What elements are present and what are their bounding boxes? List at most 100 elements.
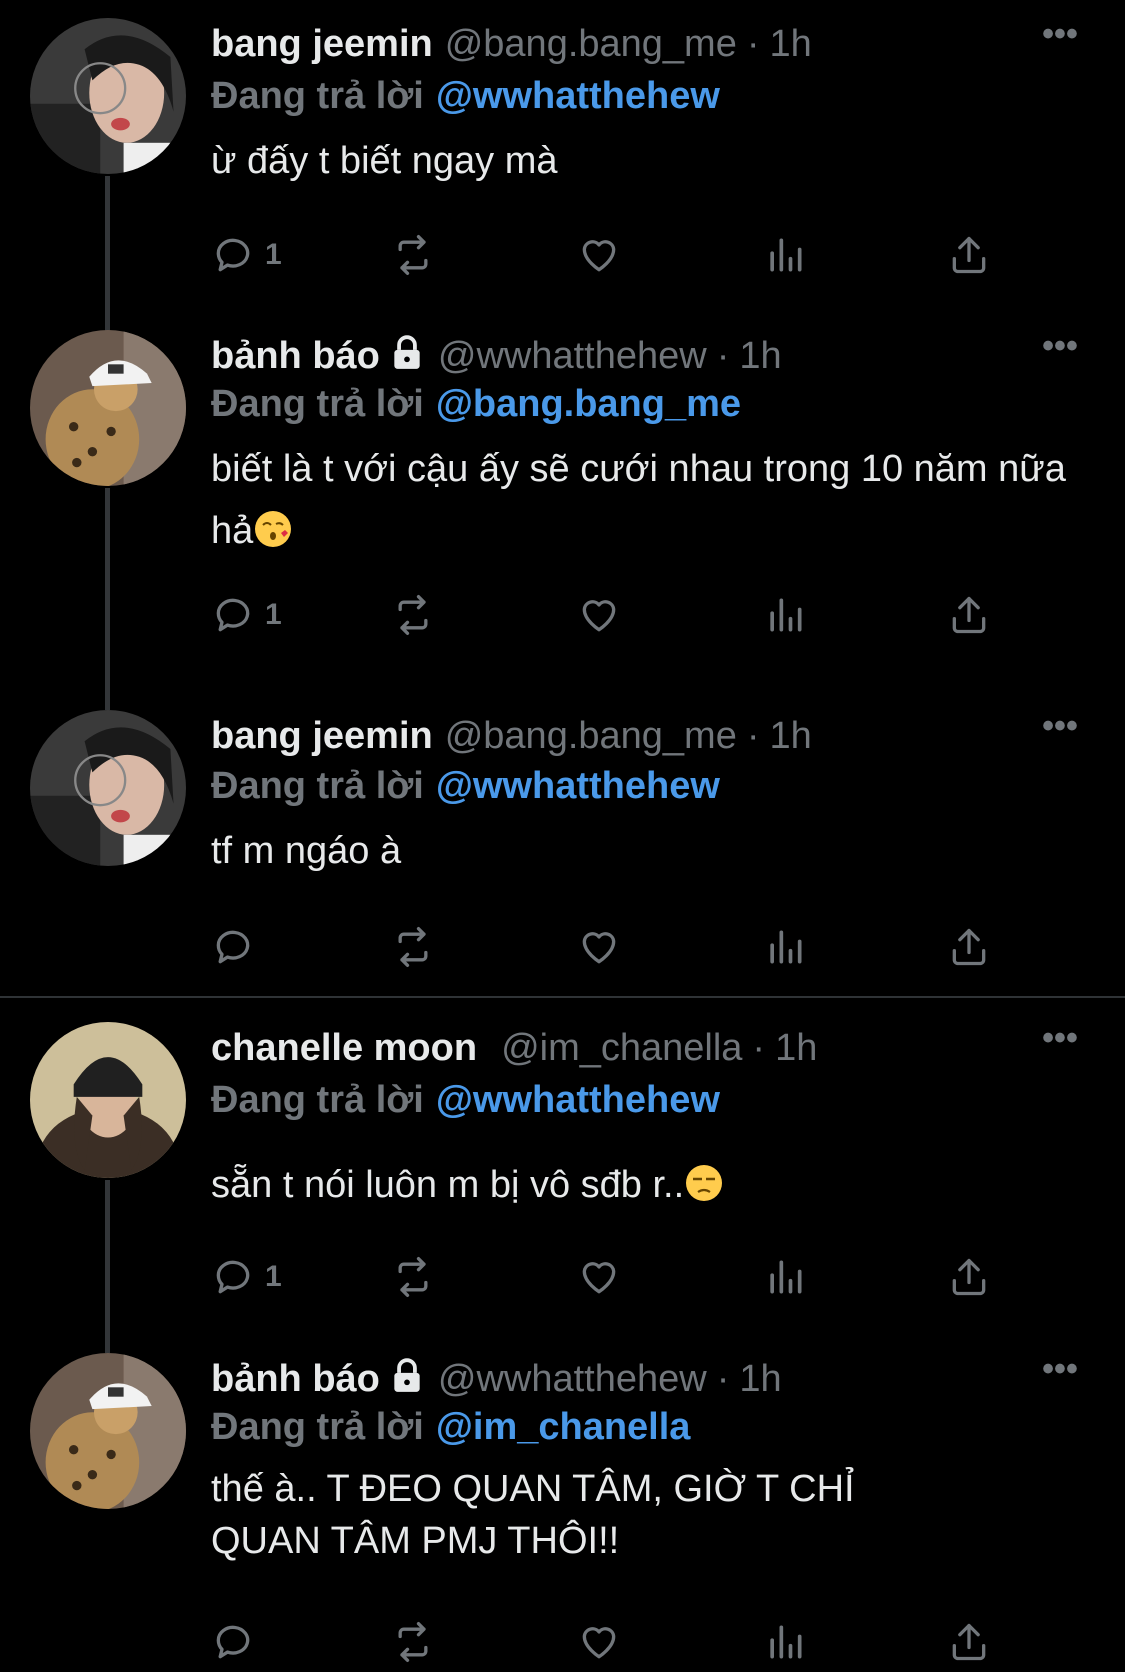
reply-bubble-icon	[216, 1260, 250, 1294]
timestamp[interactable]: 1h	[770, 715, 812, 757]
replying-to-user-link[interactable]: @wwhatthehew	[436, 75, 720, 117]
share-upload-icon	[952, 1258, 986, 1296]
views-bars-icon	[770, 930, 802, 964]
retweet-button[interactable]	[391, 1247, 435, 1307]
timestamp[interactable]: 1h	[739, 1358, 781, 1400]
separator-dot: ·	[752, 1027, 766, 1069]
separator-dot: ·	[746, 715, 760, 757]
user-handle[interactable]: @wwhatthehew	[438, 1358, 707, 1400]
display-name[interactable]: bảnh báo	[211, 1358, 380, 1400]
kissing-face-emoji-icon	[253, 506, 293, 547]
display-name[interactable]: bang jeemin	[211, 23, 433, 65]
heart-icon	[582, 1627, 616, 1659]
reply-count: 1	[265, 598, 282, 631]
replying-to-user-link[interactable]: @im_chanella	[436, 1406, 691, 1448]
more-dots-icon[interactable]: •••	[1035, 17, 1085, 60]
views-button[interactable]	[763, 1247, 807, 1307]
avatar[interactable]	[30, 1353, 186, 1509]
tweet-header: bảnh báo @wwhatthehew · 1h	[211, 332, 1005, 380]
display-name[interactable]: bang jeemin	[211, 715, 433, 757]
avatar[interactable]	[30, 1022, 186, 1178]
views-button[interactable]	[763, 1612, 807, 1672]
more-dots-icon[interactable]: •••	[1035, 1352, 1085, 1395]
replying-to: Đang trả lời @bang.bang_me	[211, 380, 741, 428]
avatar[interactable]	[30, 18, 186, 174]
tweet-text: tf m ngáo à	[211, 830, 402, 872]
tweet[interactable]: bảnh báo @wwhatthehew · 1h ••• Đang trả lời…	[0, 1335, 1125, 1662]
display-name[interactable]: chanelle moon	[211, 1027, 477, 1069]
avatar[interactable]	[30, 710, 186, 866]
action-bar	[211, 917, 1011, 977]
tweet-text: ừ đấy t biết ngay mà	[211, 140, 558, 182]
girl-glasses-avatar-icon	[30, 18, 186, 174]
share-button[interactable]	[947, 1612, 991, 1672]
more-dots-icon[interactable]: •••	[1035, 709, 1085, 752]
user-handle[interactable]: @bang.bang_me	[445, 715, 737, 757]
tweet-text: biết là t với cậu ấy sẽ cưới nhau trong …	[211, 438, 1071, 562]
lock-icon	[388, 334, 426, 384]
reply-bubble-icon	[216, 930, 250, 964]
replying-to-label: Đang trả lời	[211, 383, 424, 425]
replying-to-user-link[interactable]: @wwhatthehew	[436, 1079, 720, 1121]
tweet-text-content: sẵn t nói luôn m bị vô sđb r..	[211, 1164, 685, 1206]
like-button[interactable]	[577, 585, 621, 645]
reply-bubble-icon	[216, 1625, 250, 1659]
action-bar	[211, 1612, 1011, 1672]
share-button[interactable]	[947, 1247, 991, 1307]
retweet-button[interactable]	[391, 225, 435, 285]
replying-to: Đang trả lời @wwhatthehew	[211, 72, 720, 120]
reply-button[interactable]: 1	[211, 225, 282, 285]
reply-button[interactable]: 1	[211, 585, 282, 645]
reply-bubble-icon	[216, 598, 250, 632]
reply-count: 1	[265, 238, 282, 271]
tweet-header: bang jeemin @bang.bang_me · 1h	[211, 712, 1005, 760]
timestamp[interactable]: 1h	[739, 335, 781, 377]
replying-to-label: Đang trả lời	[211, 1406, 424, 1448]
share-button[interactable]	[947, 917, 991, 977]
like-button[interactable]	[577, 1247, 621, 1307]
views-button[interactable]	[763, 917, 807, 977]
user-handle[interactable]: @im_chanella	[501, 1027, 742, 1069]
like-button[interactable]	[577, 1612, 621, 1672]
lock-icon	[388, 1357, 426, 1407]
retweet-button[interactable]	[391, 917, 435, 977]
reply-button[interactable]	[211, 1612, 265, 1672]
reply-bubble-icon	[216, 238, 250, 272]
retweet-button[interactable]	[391, 585, 435, 645]
tweet[interactable]: bang jeemin @bang.bang_me · 1h ••• Đang trả…	[0, 0, 1125, 340]
heart-icon	[582, 1262, 616, 1294]
retweet-icon	[398, 1257, 428, 1297]
reply-button[interactable]	[211, 917, 265, 977]
views-button[interactable]	[763, 225, 807, 285]
heart-icon	[582, 932, 616, 964]
avatar[interactable]	[30, 330, 186, 486]
tweet-text-content: biết là t với cậu ấy sẽ cưới nhau trong …	[211, 448, 1066, 552]
timestamp[interactable]: 1h	[770, 23, 812, 65]
retweet-button[interactable]	[391, 1612, 435, 1672]
share-button[interactable]	[947, 225, 991, 285]
like-button[interactable]	[577, 225, 621, 285]
share-upload-icon	[952, 236, 986, 274]
tweet[interactable]: bảnh báo @wwhatthehew · 1h ••• Đang trả lời…	[0, 312, 1125, 697]
more-dots-icon[interactable]: •••	[1035, 1021, 1085, 1064]
more-dots-icon[interactable]: •••	[1035, 329, 1085, 372]
reply-button[interactable]: 1	[211, 1247, 282, 1307]
retweet-icon	[398, 235, 428, 275]
thread-line	[105, 312, 110, 330]
views-bars-icon	[770, 1625, 802, 1659]
tweet[interactable]: bang jeemin @bang.bang_me · 1h ••• Đang trả…	[0, 692, 1125, 997]
leopard-cap-avatar-icon	[30, 1353, 186, 1509]
retweet-icon	[398, 1622, 428, 1662]
user-handle[interactable]: @wwhatthehew	[438, 335, 707, 377]
like-button[interactable]	[577, 917, 621, 977]
user-handle[interactable]: @bang.bang_me	[445, 23, 737, 65]
views-bars-icon	[770, 238, 802, 272]
share-button[interactable]	[947, 585, 991, 645]
replying-to-user-link[interactable]: @wwhatthehew	[436, 765, 720, 807]
tweet[interactable]: chanelle moon @im_chanella · 1h ••• Đang tr…	[0, 1004, 1125, 1349]
timestamp[interactable]: 1h	[775, 1027, 817, 1069]
leopard-cap-avatar-icon	[30, 330, 186, 486]
display-name[interactable]: bảnh báo	[211, 335, 380, 377]
replying-to-user-link[interactable]: @bang.bang_me	[436, 383, 741, 425]
views-button[interactable]	[763, 585, 807, 645]
